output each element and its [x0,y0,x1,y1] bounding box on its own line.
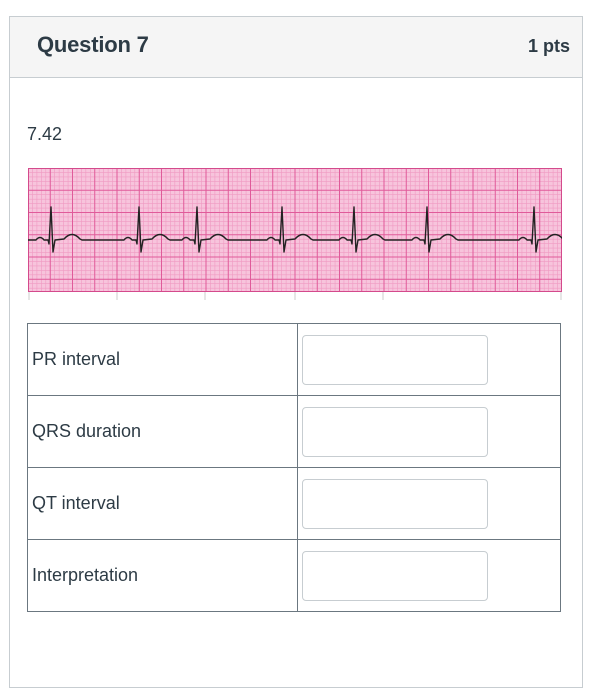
pr-interval-input[interactable] [302,334,488,385]
pr-interval-label: PR interval [27,323,298,396]
question-text: 7.42 [27,124,63,144]
interpretation-input[interactable] [302,550,488,601]
table-row: PR interval [27,323,561,396]
ecg-time-ticks [28,292,562,300]
qt-interval-label: QT interval [27,467,298,540]
qrs-duration-label: QRS duration [27,395,298,468]
ecg-strip-image [28,168,562,300]
answer-table: PR interval QRS duration QT interval Int… [27,323,561,612]
qrs-duration-input[interactable] [302,406,488,457]
question-points: 1 pts [527,36,570,56]
table-row: QT interval [27,467,561,540]
question-title: Question 7 [37,32,149,57]
qrs-duration-cell [297,395,561,468]
interpretation-label: Interpretation [27,539,298,612]
table-row: QRS duration [27,395,561,468]
pr-interval-cell [297,323,561,396]
qt-interval-input[interactable] [302,478,488,529]
qt-interval-cell [297,467,561,540]
table-row: Interpretation [27,539,561,612]
interpretation-cell [297,539,561,612]
question-header: Question 7 1 pts [10,17,582,78]
